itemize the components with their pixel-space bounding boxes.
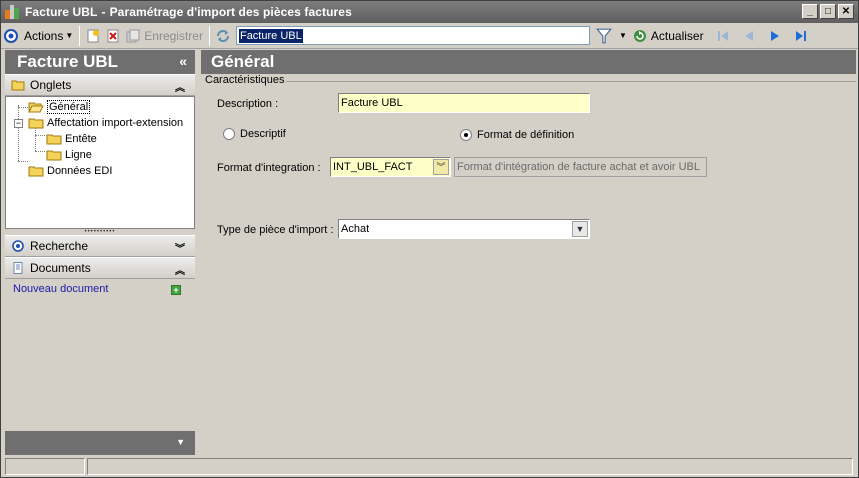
folder-icon (11, 80, 25, 91)
previous-icon (744, 30, 753, 41)
delete-icon (107, 29, 119, 42)
tree-item-donnees-edi[interactable]: Données EDI (28, 163, 112, 179)
new-document-icon (87, 29, 100, 42)
toolbar-separator (79, 25, 81, 46)
chevron-down-icon[interactable]: ▼ (572, 221, 588, 237)
left-panel-header: Facture UBL « (5, 50, 195, 74)
tree-connector (18, 161, 28, 162)
radio-unchecked-icon (223, 128, 235, 140)
tree-collapse-toggle[interactable]: − (14, 119, 23, 128)
save-button[interactable]: Enregistrer (123, 25, 206, 47)
filter-dropdown-button[interactable]: ▼ (616, 25, 630, 47)
search-section-header[interactable]: Recherche ︾ (5, 235, 195, 257)
toolbar-separator (208, 25, 210, 46)
left-panel: Facture UBL « Onglets ︽ Général − Affect… (5, 50, 195, 455)
add-icon[interactable]: + (171, 285, 181, 295)
search-input[interactable]: Facture UBL (235, 26, 590, 45)
tree-item-ligne[interactable]: Ligne (46, 147, 92, 163)
caret-down-icon: ▼ (176, 437, 185, 447)
format-field[interactable]: INT_UBL_FACT ︾ (330, 157, 451, 177)
status-pane (5, 458, 85, 475)
tabs-section-header[interactable]: Onglets ︽ (5, 74, 195, 96)
sync-icon (216, 29, 229, 42)
sync-button[interactable] (213, 25, 233, 47)
last-record-button[interactable] (791, 25, 811, 47)
chevron-down-icon[interactable]: ︾ (175, 240, 185, 255)
radio-checked-icon (460, 129, 472, 141)
new-document-link[interactable]: Nouveau document (13, 283, 108, 295)
actions-menu-button[interactable]: Actions ▼ (21, 25, 76, 47)
main-content: Général Caractéristiques Description : F… (201, 50, 856, 455)
new-button[interactable] (83, 25, 103, 47)
refresh-icon (633, 29, 646, 42)
window-title: Facture UBL - Paramétrage d'import des piè… (25, 5, 352, 19)
folder-icon (28, 166, 44, 177)
tree-connector (18, 107, 28, 108)
first-icon (717, 30, 728, 41)
format-description-field: Format d'intégration de facture achat et… (454, 157, 707, 177)
group-title: Caractéristiques (205, 74, 285, 86)
page-title: Général (201, 50, 856, 74)
app-icon (5, 5, 19, 19)
left-panel-footer[interactable]: ▼ (5, 431, 195, 455)
tree-connector (35, 135, 45, 136)
close-button[interactable]: ✕ (838, 4, 854, 19)
description-label: Description : (217, 98, 279, 110)
filter-icon (595, 28, 613, 43)
group-divider (286, 81, 856, 82)
next-record-button[interactable] (765, 25, 785, 47)
chevron-up-icon[interactable]: ︽ (175, 262, 185, 277)
previous-record-button[interactable] (739, 25, 759, 47)
type-label: Type de pièce d'import : (217, 224, 334, 236)
type-select[interactable]: Achat ▼ (338, 219, 590, 239)
search-target-icon (12, 240, 24, 252)
status-bar (1, 456, 858, 477)
folder-icon (28, 118, 44, 129)
tree-item-entete[interactable]: Entête (46, 131, 97, 147)
first-record-button[interactable] (713, 25, 733, 47)
documents-section-header[interactable]: Documents ︽ (5, 257, 195, 279)
status-pane (87, 458, 853, 475)
radio-format-definition[interactable]: Format de définition (460, 129, 574, 141)
refresh-button[interactable]: Actualiser (630, 25, 707, 47)
folder-icon (46, 150, 62, 161)
app-window: Facture UBL - Paramétrage d'import des piè… (0, 0, 859, 478)
radio-descriptif[interactable]: Descriptif (223, 128, 286, 140)
chevron-up-icon[interactable]: ︽ (175, 79, 185, 94)
folder-open-icon (28, 102, 44, 113)
description-field[interactable]: Facture UBL (338, 93, 590, 113)
tree-item-general[interactable]: Général (28, 99, 91, 115)
collapse-panel-button[interactable]: « (179, 53, 187, 69)
folder-icon (46, 134, 62, 145)
toolbar: Actions ▼ Enregistrer Facture UBL ▼ Actu… (1, 23, 858, 49)
next-icon (770, 30, 779, 41)
caret-down-icon: ▼ (618, 31, 627, 40)
target-icon-button[interactable] (1, 25, 21, 47)
tree-item-affectation[interactable]: Affectation import-extension (28, 115, 183, 131)
save-icon (126, 29, 140, 42)
last-icon (795, 30, 806, 41)
minimize-button[interactable]: _ (802, 4, 818, 19)
lookup-double-chevron-icon[interactable]: ︾ (433, 159, 449, 175)
delete-button[interactable] (103, 25, 123, 47)
tabs-tree: Général − Affectation import-extension E… (5, 96, 195, 229)
document-icon (13, 262, 23, 274)
filter-button[interactable] (592, 25, 616, 47)
target-icon (4, 28, 18, 43)
caret-down-icon: ▼ (65, 31, 74, 40)
title-bar[interactable]: Facture UBL - Paramétrage d'import des piè… (1, 1, 858, 23)
maximize-button[interactable]: □ (820, 4, 836, 19)
format-label: Format d'integration : (217, 162, 321, 174)
documents-body: Nouveau document + (5, 279, 195, 429)
tree-connector (18, 105, 19, 161)
tree-connector (35, 151, 45, 152)
